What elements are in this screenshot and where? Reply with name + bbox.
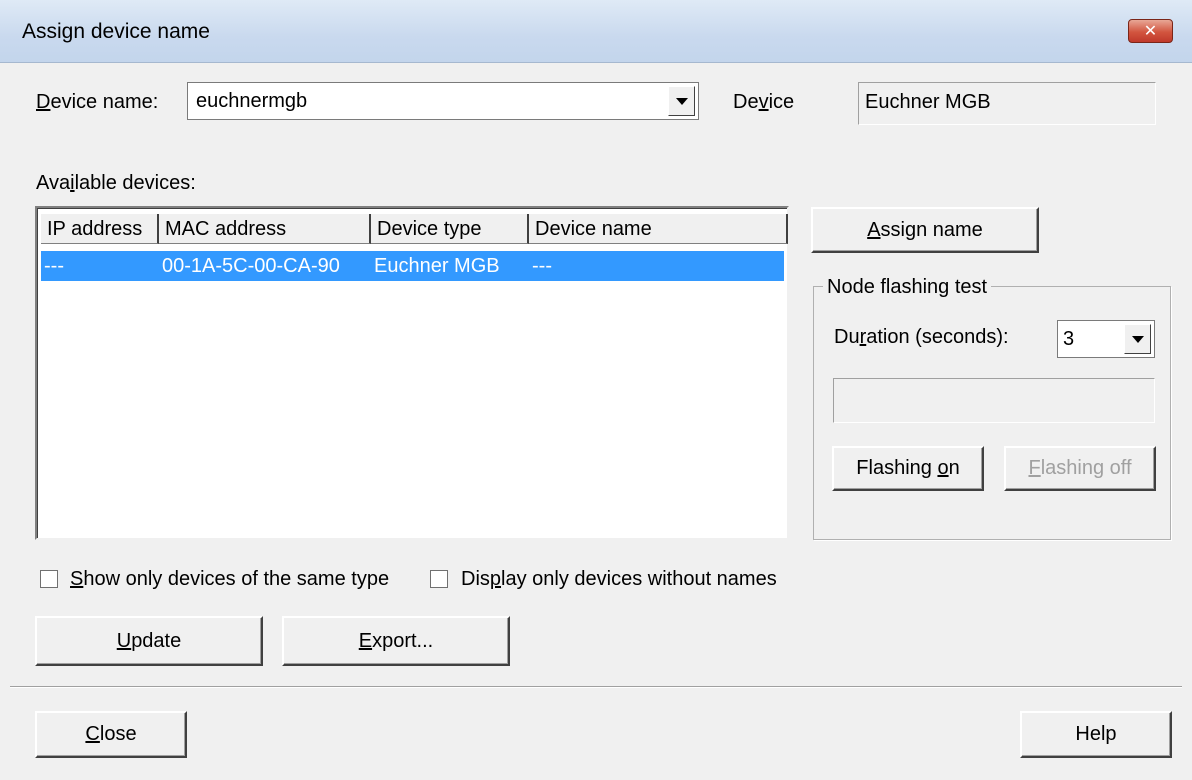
device-name-combobox[interactable]: euchnermgb: [187, 82, 699, 120]
device-name-label: Device name:: [36, 91, 159, 113]
without-names-label[interactable]: Display only devices without names: [461, 568, 777, 591]
column-header-device-name[interactable]: Device name: [529, 214, 788, 244]
flashing-off-button[interactable]: Flashing off: [1004, 446, 1156, 491]
cell-device-type: Euchner MGB: [374, 255, 500, 277]
cell-mac-address: 00-1A-5C-00-CA-90: [162, 255, 340, 277]
duration-value: 3: [1063, 327, 1075, 350]
update-button[interactable]: Update: [35, 616, 263, 666]
available-devices-label: Available devices:: [36, 172, 196, 194]
table-row[interactable]: --- 00-1A-5C-00-CA-90 Euchner MGB ---: [41, 251, 784, 281]
device-label: Device: [733, 91, 795, 113]
cell-device-name: ---: [532, 255, 552, 277]
chevron-down-icon: [1131, 335, 1144, 343]
duration-label: Duration (seconds):: [834, 326, 1009, 348]
device-name-dropdown-button[interactable]: [668, 86, 695, 116]
same-type-label[interactable]: Show only devices of the same type: [70, 568, 389, 591]
node-flashing-test-title: Node flashing test: [823, 276, 992, 299]
close-button[interactable]: Close: [35, 711, 187, 758]
device-field: Euchner MGB: [858, 82, 1156, 125]
duration-dropdown-button[interactable]: [1124, 324, 1151, 354]
same-type-checkbox[interactable]: [40, 570, 58, 588]
chevron-down-icon: [675, 97, 688, 105]
cell-ip-address: ---: [44, 255, 64, 277]
column-header-mac-address[interactable]: MAC address: [159, 214, 371, 244]
device-name-value: euchnermgb: [196, 89, 308, 112]
flashing-on-button[interactable]: Flashing on: [832, 446, 984, 491]
export-button[interactable]: Export...: [282, 616, 510, 666]
assign-name-button[interactable]: Assign name: [811, 207, 1039, 253]
close-icon: ✕: [1143, 23, 1158, 40]
without-names-checkbox[interactable]: [430, 570, 448, 588]
column-header-device-type[interactable]: Device type: [371, 214, 529, 244]
column-header-ip-address[interactable]: IP address: [41, 214, 159, 244]
close-window-button[interactable]: ✕: [1128, 19, 1173, 43]
flashing-status-field: [833, 378, 1155, 423]
window-title: Assign device name: [22, 20, 210, 43]
available-devices-list[interactable]: IP address MAC address Device type Devic…: [35, 206, 789, 540]
list-header: IP address MAC address Device type Devic…: [41, 214, 788, 244]
separator: [10, 686, 1182, 688]
help-button[interactable]: Help: [1020, 711, 1172, 758]
duration-combobox[interactable]: 3: [1057, 320, 1155, 358]
device-value: Euchner MGB: [865, 91, 991, 113]
